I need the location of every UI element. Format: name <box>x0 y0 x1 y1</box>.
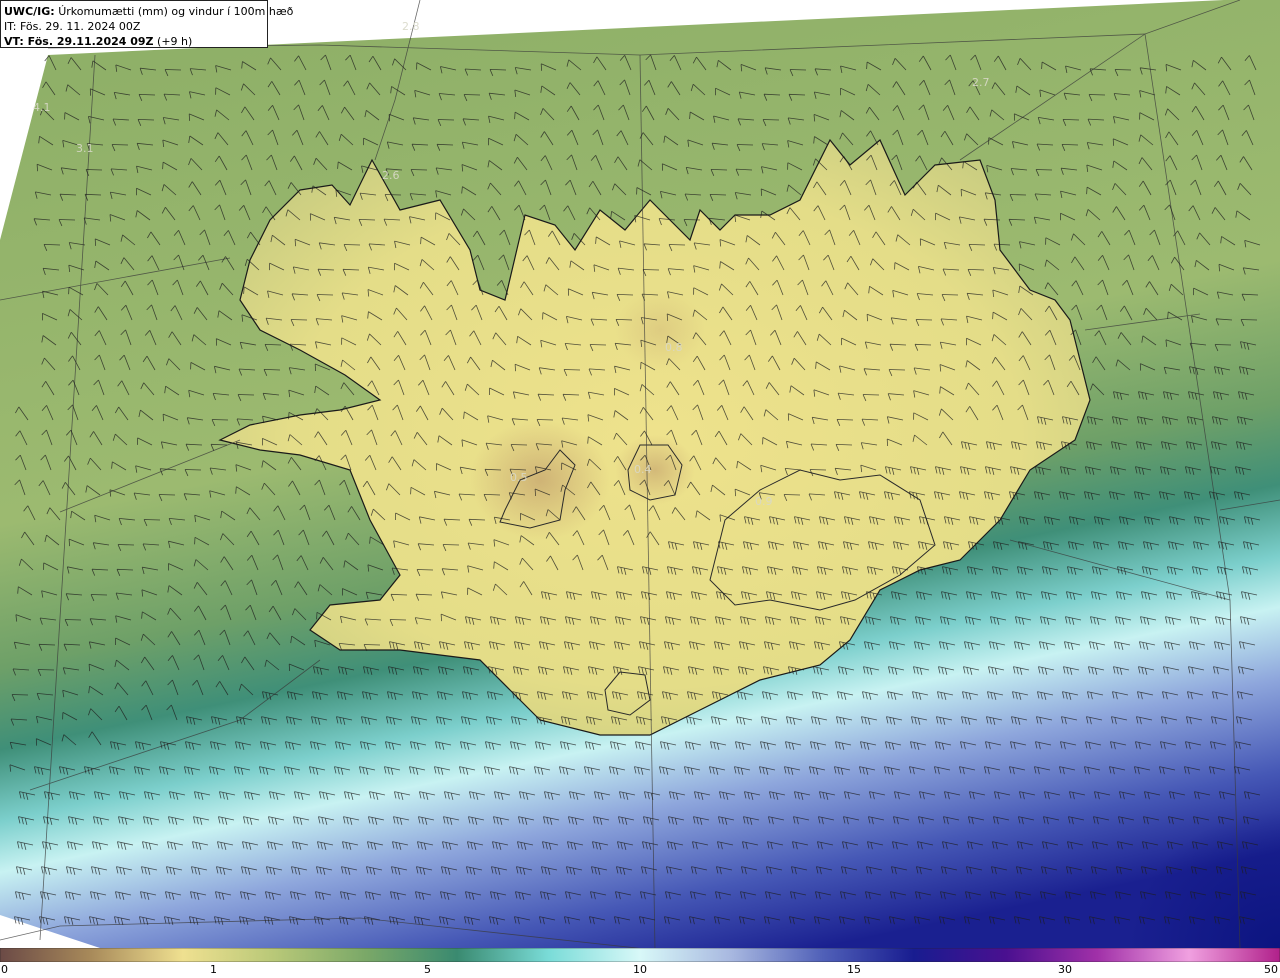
product-code: UWC/IG: <box>4 5 55 18</box>
valid-time: VT: Fös. 29.11.2024 09Z <box>4 35 154 48</box>
product-title: UWC/IG: Úrkomumætti (mm) og vindur í 100… <box>4 4 293 19</box>
field-label: 2.8 <box>402 20 420 33</box>
colorbar-tick-label: 15 <box>847 963 861 976</box>
field-label: 0.4 <box>634 463 652 476</box>
colorbar-tick-label: 0 <box>1 963 8 976</box>
field-label: 2.6 <box>382 169 400 182</box>
field-label: 0.8 <box>665 341 683 354</box>
colorbar-fill <box>0 948 1280 962</box>
lead-time: (+9 h) <box>157 35 193 48</box>
initial-time: IT: Fös. 29. 11. 2024 00Z <box>4 20 141 33</box>
field-label: 3.1 <box>76 142 94 155</box>
colorbar: 0 1 5 10 15 30 50 <box>0 948 1280 978</box>
field-label: 0.5 <box>510 471 528 484</box>
field-label: 0.9 <box>755 495 773 508</box>
colorbar-strip <box>0 948 1280 962</box>
colorbar-tick-label: 1 <box>210 963 217 976</box>
colorbar-tick-label: 50 <box>1264 963 1278 976</box>
forecast-info-box: UWC/IG: Úrkomumætti (mm) og vindur í 100… <box>0 0 293 49</box>
field-label: 2.7 <box>972 76 990 89</box>
colorbar-tick-label: 30 <box>1058 963 1072 976</box>
valid-time-line: VT: Fös. 29.11.2024 09Z (+9 h) <box>4 34 264 49</box>
map-canvas: 2.8 2.7 4.1 3.1 2.6 0.8 0.5 0.4 0.9 <box>0 0 1280 948</box>
highland-spot <box>615 290 705 370</box>
highland-spot <box>470 420 610 540</box>
forecast-map: 2.8 2.7 4.1 3.1 2.6 0.8 0.5 0.4 0.9 UWC/… <box>0 0 1280 948</box>
colorbar-tick-label: 10 <box>633 963 647 976</box>
field-label: 4.1 <box>33 101 51 114</box>
colorbar-tick-label: 5 <box>424 963 431 976</box>
product-description: Úrkomumætti (mm) og vindur í 100m hæð <box>58 5 294 18</box>
